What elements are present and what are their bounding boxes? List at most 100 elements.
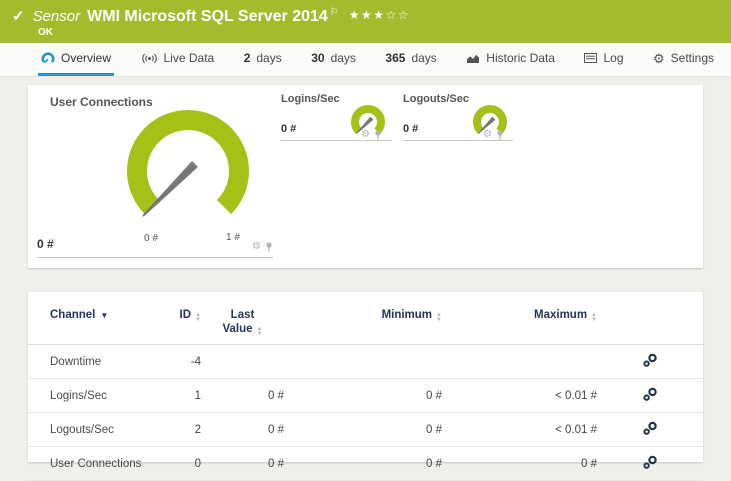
mini-gauge-logins-value: 0 #	[281, 123, 297, 135]
column-header-minimum-label: Minimum	[381, 309, 433, 321]
channel-minimum: 0 #	[284, 412, 442, 447]
table-row-logins: Logins/Sec 1 0 # 0 # < 0.01 #	[28, 378, 703, 413]
gauge-settings-icon[interactable]: ⚙	[252, 242, 261, 252]
channel-maximum: < 0.01 #	[442, 412, 597, 447]
tab-2-days-label: days	[256, 51, 282, 65]
column-header-channel-label: Channel	[50, 309, 96, 321]
gauge-settings-icon[interactable]: ⚙	[361, 130, 370, 140]
tab-historic-data[interactable]: Historic Data	[463, 43, 558, 76]
tab-2-days[interactable]: 2 days	[241, 43, 285, 76]
tab-365-days-label: days	[411, 51, 437, 65]
channel-table: Channel ▼ ID ▲ ▼ Last Value ▲ ▼ Minimum ▲ ▼ Max…	[28, 292, 703, 481]
priority-flag-icon[interactable]: ⚐	[330, 7, 339, 18]
mini-gauge-logouts-actions: ⚙	[483, 130, 504, 140]
channel-name: Logins/Sec	[28, 378, 148, 413]
channel-id: -4	[148, 344, 201, 379]
sensor-status-header: ✓ Sensor WMI Microsoft SQL Server 2014 ⚐…	[0, 0, 731, 43]
column-header-minimum[interactable]: Minimum ▲ ▼	[284, 292, 442, 345]
main-gauge-divider	[37, 257, 273, 258]
pin-icon[interactable]	[374, 130, 382, 140]
channel-settings-gears-icon[interactable]	[642, 455, 658, 470]
channel-id: 2	[148, 412, 201, 447]
channel-minimum: 0 #	[284, 378, 442, 413]
channel-name: Logouts/Sec	[28, 412, 148, 447]
pin-icon[interactable]	[265, 242, 273, 252]
gauges-panel: User Connections 0 # 1 # 0 # ⚙ Logins/Se…	[28, 85, 703, 268]
tab-2-days-number: 2	[243, 51, 251, 65]
main-gauge-scale-min: 0 #	[144, 233, 158, 244]
channel-maximum: 0 #	[442, 446, 597, 481]
column-header-last-value[interactable]: Last Value ▲ ▼	[201, 292, 284, 345]
user-connections-gauge	[127, 110, 249, 217]
channel-settings-gears-icon[interactable]	[642, 387, 658, 402]
mini-gauge-logouts-value: 0 #	[403, 123, 419, 135]
pin-icon[interactable]	[496, 130, 504, 140]
channel-id: 1	[148, 378, 201, 413]
channel-minimum: 0 #	[284, 446, 442, 481]
table-row-logouts: Logouts/Sec 2 0 # 0 # < 0.01 #	[28, 412, 703, 447]
column-header-maximum-label: Maximum	[534, 309, 588, 321]
sorted-desc-icon: ▼	[100, 311, 109, 320]
column-header-last-label2: Value	[222, 323, 253, 336]
tab-365-days-number: 365	[385, 51, 406, 65]
mini-gauge-logins: Logins/Sec 0 # ⚙	[281, 93, 391, 143]
channel-name: User Connections	[28, 446, 148, 481]
main-gauge-last-value: 0 #	[37, 237, 54, 251]
tab-30-days-number: 30	[311, 51, 325, 65]
tab-live-data-label: Live Data	[163, 51, 215, 65]
column-header-actions	[597, 292, 703, 345]
gauge-icon	[41, 52, 55, 64]
status-badge: OK	[38, 27, 53, 38]
channel-last-value: 0 #	[201, 446, 284, 481]
tab-30-days[interactable]: 30 days	[308, 43, 359, 76]
object-kind-label: Sensor	[32, 8, 81, 25]
channel-minimum	[284, 344, 442, 379]
main-gauge-actions: ⚙	[252, 242, 273, 252]
log-list-icon	[584, 53, 598, 63]
mini-gauge-divider	[281, 140, 391, 141]
tab-settings[interactable]: ⚙ Settings	[650, 43, 717, 76]
page-title: WMI Microsoft SQL Server 2014	[87, 8, 328, 25]
main-gauge-scale-max: 1 #	[226, 232, 240, 243]
tab-live-data[interactable]: Live Data	[138, 43, 218, 76]
mini-gauge-divider	[403, 140, 513, 141]
mini-gauge-logouts: Logouts/Sec 0 # ⚙	[403, 93, 513, 143]
sort-icon: ▲ ▼	[436, 312, 442, 323]
tab-settings-label: Settings	[670, 51, 714, 65]
channel-maximum: < 0.01 #	[442, 378, 597, 413]
column-header-last-label1: Last	[230, 309, 255, 321]
column-header-id-label: ID	[179, 309, 192, 321]
table-row-user-connections: User Connections 0 0 # 0 # 0 #	[28, 446, 703, 481]
stars-filled[interactable]: ★★★	[349, 8, 386, 22]
sort-icon: ▲ ▼	[195, 312, 201, 323]
column-header-maximum[interactable]: Maximum ▲ ▼	[442, 292, 597, 345]
channel-maximum	[442, 344, 597, 379]
mini-gauge-logouts-title: Logouts/Sec	[403, 93, 470, 105]
channel-name: Downtime	[28, 344, 148, 379]
priority-rating[interactable]: ★★★☆☆	[349, 8, 410, 22]
channel-last-value: 0 #	[201, 412, 284, 447]
live-broadcast-icon	[141, 53, 158, 64]
gauge-settings-icon[interactable]: ⚙	[483, 130, 492, 140]
table-header-row: Channel ▼ ID ▲ ▼ Last Value ▲ ▼ Minimum ▲ ▼ Max…	[28, 292, 703, 345]
status-check-icon: ✓	[12, 8, 25, 25]
channel-id: 0	[148, 446, 201, 481]
sort-icon: ▲ ▼	[591, 312, 597, 323]
stars-empty[interactable]: ☆☆	[386, 8, 411, 22]
column-header-channel[interactable]: Channel ▼	[28, 292, 148, 345]
sort-icon: ▲ ▼	[256, 326, 263, 337]
area-chart-icon	[466, 53, 480, 64]
mini-gauge-logins-actions: ⚙	[361, 130, 382, 140]
table-row-downtime: Downtime -4	[28, 344, 703, 379]
tab-historic-data-label: Historic Data	[486, 51, 555, 65]
tab-overview[interactable]: Overview	[38, 43, 115, 76]
channel-settings-gears-icon[interactable]	[642, 353, 658, 368]
tab-365-days[interactable]: 365 days	[382, 43, 439, 76]
tab-bar: Overview Live Data 2 days 30 days 365 da…	[0, 43, 731, 77]
channel-table-panel: Channel ▼ ID ▲ ▼ Last Value ▲ ▼ Minimum ▲ ▼ Max…	[28, 292, 703, 481]
tab-log[interactable]: Log	[581, 43, 626, 76]
channel-settings-gears-icon[interactable]	[642, 421, 658, 436]
channel-last-value: 0 #	[201, 378, 284, 413]
gear-icon: ⚙	[652, 50, 665, 66]
column-header-id[interactable]: ID ▲ ▼	[148, 292, 201, 345]
